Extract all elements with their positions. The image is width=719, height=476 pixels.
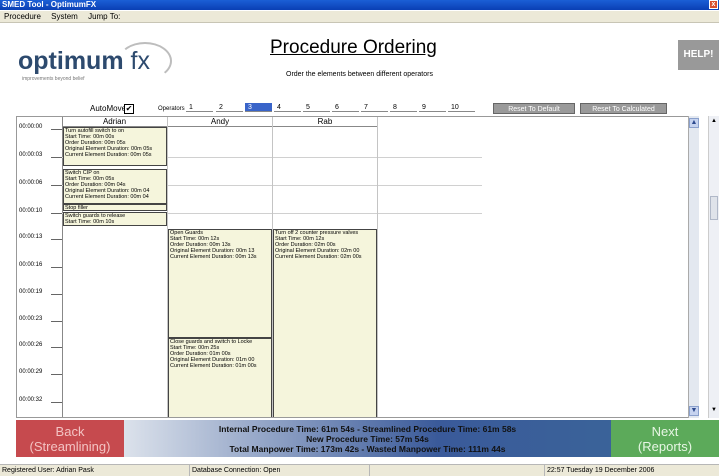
time-tick [51,374,62,375]
operator-option-7[interactable]: 7 [361,103,388,112]
summary-line-1: Internal Procedure Time: 61m 54s - Strea… [218,424,517,434]
time-tick [51,347,62,348]
summary-line-3: Total Manpower Time: 173m 42s - Wasted M… [229,444,506,454]
ordering-grid[interactable]: 00:00:00 00:00:03 00:00:06 00:00:10 00:0… [16,116,698,418]
time-label: 00:00:13 [19,234,43,240]
back-button-sublabel: (Streamlining) [29,439,111,454]
procedure-element-block[interactable]: Stop filler [63,204,167,211]
menu-procedure[interactable]: Procedure [4,12,41,21]
page-scroll-down-icon[interactable]: ▼ [711,407,717,413]
procedure-element-block[interactable]: Switch guards to release Start Time: 00m… [63,212,167,226]
page-scroll-thumb[interactable] [710,196,718,220]
time-label: 00:00:10 [19,208,43,214]
status-empty [370,465,545,476]
status-db-connection: Database Connection: Open [190,465,370,476]
logo-swoosh [118,42,172,80]
scroll-up-icon[interactable]: ▲ [689,118,699,128]
procedure-element-block[interactable]: Close guards and switch to Locke Start T… [168,338,272,417]
element-current-duration: Current Element Duration: 00m 13s [170,254,257,260]
time-label: 00:00:03 [19,152,43,158]
time-label: 00:00:19 [19,289,43,295]
next-button-sublabel: (Reports) [637,439,693,454]
column-header-adrian: Adrian [62,117,167,127]
time-label: 00:00:32 [19,397,43,403]
procedure-element-block[interactable]: Turn autofill switch to on Start Time: 0… [63,127,167,166]
column-header-rab: Rab [273,117,377,127]
menu-jump-to[interactable]: Jump To: [88,12,120,21]
page-subtitle: Order the elements between different ope… [286,71,433,78]
time-tick [51,239,62,240]
time-tick [51,129,62,130]
time-label: 00:00:26 [19,342,43,348]
automove-label: AutoMove [90,104,127,113]
time-tick [51,157,62,158]
element-name: Stop filler [65,205,88,211]
logo-tagline: improvements beyond belief [22,76,85,82]
element-start-time: Start Time: 00m 10s [65,219,115,225]
help-button[interactable]: HELP! [678,40,719,70]
operator-option-9[interactable]: 9 [419,103,446,112]
time-tick [51,294,62,295]
time-tick [51,321,62,322]
window-title: SMED Tool - OptimumFX [2,0,97,9]
reset-calculated-button[interactable]: Reset To Calculated [580,103,667,114]
grid-scrollbar[interactable]: ▲ ▼ [688,116,699,418]
next-reports-button[interactable]: Next (Reports) [611,420,719,457]
operator-option-8[interactable]: 8 [390,103,417,112]
time-label: 00:00:00 [19,124,43,130]
page-scrollbar[interactable]: ▲ ▼ [708,116,719,418]
operator-option-4[interactable]: 4 [274,103,301,112]
time-tick [51,213,62,214]
procedure-time-summary: Internal Procedure Time: 61m 54s - Strea… [124,424,611,454]
operator-option-1[interactable]: 1 [186,103,213,112]
time-label: 00:00:06 [19,180,43,186]
time-label: 00:00:16 [19,262,43,268]
operator-option-5[interactable]: 5 [303,103,330,112]
element-current-duration: Current Element Duration: 00m 04 [65,194,149,200]
column-header-andy: Andy [168,117,272,127]
status-datetime: 22:57 Tuesday 19 December 2006 [547,467,655,474]
operator-option-6[interactable]: 6 [332,103,359,112]
status-user: Registered User: Adrian Pask [0,465,190,476]
close-icon[interactable]: x [709,0,718,9]
time-tick [51,185,62,186]
menu-system[interactable]: System [51,12,78,21]
operators-label: Operators [158,106,185,112]
menu-bar: Procedure System Jump To: [0,11,719,23]
time-tick [51,267,62,268]
procedure-element-block[interactable]: Open Guards Start Time: 00m 12s Order Du… [168,229,272,338]
element-current-duration: Current Element Duration: 02m 00s [275,254,362,260]
next-button-label: Next [651,424,679,439]
element-current-duration: Current Element Duration: 00m 05s [65,152,152,158]
scroll-down-icon[interactable]: ▼ [689,406,699,416]
logo-brand: optimum [18,47,124,75]
back-button-label: Back [55,424,85,439]
operator-option-2[interactable]: 2 [216,103,243,112]
title-bar: SMED Tool - OptimumFX x [0,0,719,10]
back-streamlining-button[interactable]: Back (Streamlining) [16,420,124,457]
element-current-duration: Current Element Duration: 01m 00s [170,363,257,369]
time-label: 00:00:23 [19,316,43,322]
operator-option-10[interactable]: 10 [448,103,475,112]
operator-option-3[interactable]: 3 [245,103,272,112]
optimumfx-logo: optimum fx improvements beyond belief [18,42,172,82]
status-bar: Registered User: Adrian Pask Database Co… [0,464,719,476]
procedure-element-block[interactable]: Turn off 2 counter pressure valves Start… [273,229,377,417]
summary-line-2: New Procedure Time: 57m 54s [306,434,429,444]
time-axis: 00:00:00 00:00:03 00:00:06 00:00:10 00:0… [17,117,63,417]
automove-checkbox[interactable]: ✔ [124,104,134,114]
time-tick [51,402,62,403]
page-scroll-up-icon[interactable]: ▲ [711,118,717,124]
procedure-element-block[interactable]: Switch CIP on Start Time: 00m 05s Order … [63,169,167,204]
time-label: 00:00:29 [19,369,43,375]
page-title: Procedure Ordering [270,37,437,58]
reset-default-button[interactable]: Reset To Default [493,103,575,114]
